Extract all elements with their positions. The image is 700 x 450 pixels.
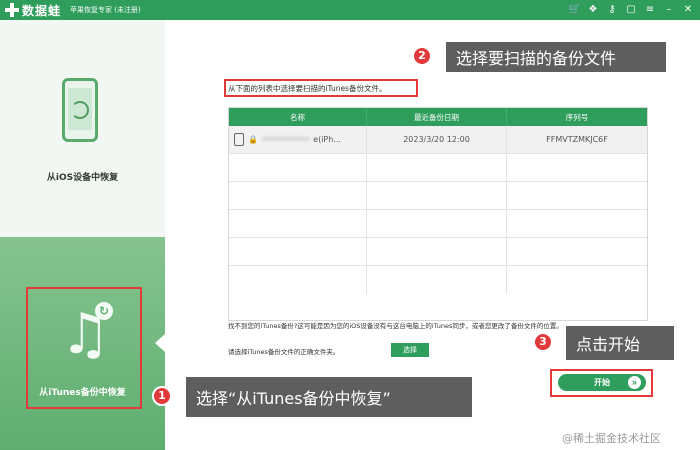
callout-badge-3: 3 (533, 332, 553, 352)
backup-table: 名称 最近备份日期 序列号 🔒 •••••••••• e(iPh... 2023… (228, 107, 648, 321)
sidebar-item-ios-device[interactable]: 从iOS设备中恢复 (0, 20, 165, 237)
app-subtitle: 苹果恢复专家 (未注册) (70, 6, 141, 14)
cart-icon[interactable]: 🛒 (568, 3, 580, 16)
device-icon (234, 133, 244, 146)
table-row-empty (229, 210, 647, 238)
highlight-box-sidebar (26, 287, 142, 409)
callout-text: 选择“从iTunes备份中恢复” (196, 389, 391, 408)
close-icon[interactable]: ✕ (682, 3, 694, 16)
table-row-empty (229, 154, 647, 182)
logo-icon (4, 2, 20, 18)
active-pointer (155, 334, 165, 352)
device-name: e(iPh... (313, 135, 341, 144)
minimize-icon[interactable]: – (663, 3, 675, 16)
choose-button[interactable]: 选择 (391, 343, 429, 357)
app-name: 数据蛙 (22, 4, 62, 18)
table-row[interactable]: 🔒 •••••••••• e(iPh... 2023/3/20 12:00 FF… (229, 126, 647, 154)
table-row-empty (229, 182, 647, 210)
lock-icon: 🔒 (248, 135, 258, 144)
callout-1: 选择“从iTunes备份中恢复” (186, 377, 472, 417)
table-row-empty (229, 266, 647, 294)
cell-date: 2023/3/20 12:00 (367, 126, 507, 153)
choose-folder-text: 请选择iTunes备份文件的正确文件夹。 (228, 348, 340, 356)
blurred-device-name: •••••••••• (261, 135, 310, 144)
highlight-box-start (550, 369, 653, 397)
callout-text: 选择要扫描的备份文件 (456, 49, 617, 68)
callout-3: 点击开始 (566, 326, 674, 360)
sidebar-item-label: 从iOS设备中恢复 (46, 173, 119, 183)
gift-icon[interactable]: ❖ (587, 3, 599, 16)
column-serial[interactable]: 序列号 (507, 108, 647, 126)
title-bar-icons: 🛒 ❖ ⚷ ▢ ≡ – ✕ (568, 3, 694, 16)
table-row-empty (229, 238, 647, 266)
column-name[interactable]: 名称 (229, 108, 367, 126)
table-header: 名称 最近备份日期 序列号 (229, 108, 647, 126)
menu-icon[interactable]: ≡ (644, 3, 656, 16)
title-bar: 数据蛙 苹果恢复专家 (未注册) 🛒 ❖ ⚷ ▢ ≡ – ✕ (0, 0, 700, 20)
column-date[interactable]: 最近备份日期 (367, 108, 507, 126)
callout-text: 点击开始 (576, 335, 641, 354)
cell-name: 🔒 •••••••••• e(iPh... (229, 126, 367, 153)
callout-badge-1: 1 (152, 386, 172, 406)
highlight-box-instruction (224, 79, 418, 97)
key-icon[interactable]: ⚷ (606, 3, 618, 16)
chat-icon[interactable]: ▢ (625, 3, 637, 16)
cell-serial: FFMVTZMKJC6F (546, 135, 608, 144)
callout-badge-2: 2 (412, 46, 432, 66)
phone-sync-icon (62, 78, 98, 142)
hint-text: 找不到您的iTunes备份?这可能是因为您的iOS设备没有与这台电脑上的iTun… (228, 322, 563, 330)
callout-2: 选择要扫描的备份文件 (446, 42, 666, 72)
watermark: @稀土掘金技术社区 (562, 432, 661, 445)
